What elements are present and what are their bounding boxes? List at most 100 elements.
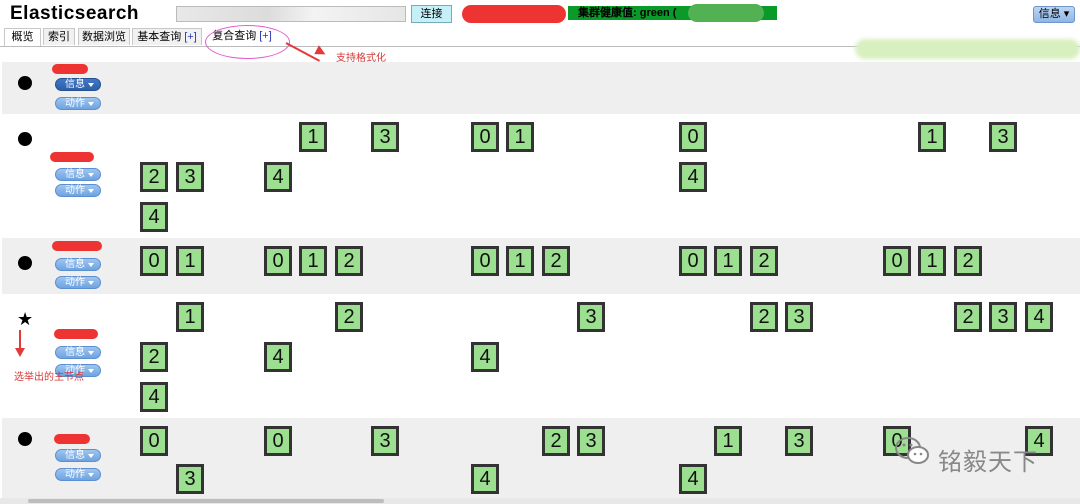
info-dropdown-label: 信息 (1038, 8, 1061, 20)
tab-indices[interactable]: 索引 (43, 28, 75, 45)
node-action-button[interactable]: 动作 (55, 184, 101, 197)
shard-box[interactable]: 0 (883, 246, 911, 276)
tab-label: 索引 (48, 31, 70, 43)
shard-box[interactable]: 4 (1025, 302, 1053, 332)
shard-box[interactable]: 4 (471, 342, 499, 372)
shard-box[interactable]: 2 (140, 162, 168, 192)
redacted-node-name (50, 152, 94, 162)
chevron-down-icon (88, 281, 94, 285)
shard-box[interactable]: 3 (989, 302, 1017, 332)
redacted-node-name (52, 64, 88, 74)
shard-box[interactable]: 3 (371, 122, 399, 152)
shard-box[interactable]: 0 (471, 246, 499, 276)
shard-box[interactable]: 1 (714, 426, 742, 456)
pill-label: 信息 (65, 450, 85, 461)
shard-box[interactable]: 4 (471, 464, 499, 494)
shard-box[interactable]: 3 (785, 302, 813, 332)
tab-browser[interactable]: 数据浏览 (78, 28, 130, 45)
shard-box[interactable]: 1 (299, 122, 327, 152)
tab-overview[interactable]: 概览 (4, 28, 41, 46)
pill-label: 动作 (65, 277, 85, 288)
shard-box[interactable]: 2 (140, 342, 168, 372)
shard-box[interactable]: 3 (785, 426, 813, 456)
pill-label: 动作 (65, 469, 85, 480)
app-title: Elasticsearch (10, 3, 140, 24)
node-info-button[interactable]: 信息 (55, 346, 101, 359)
pill-label: 动作 (65, 185, 85, 196)
shard-box[interactable]: 0 (679, 122, 707, 152)
shard-box[interactable]: 2 (335, 246, 363, 276)
shard-box[interactable]: 2 (750, 246, 778, 276)
redacted-health-detail (688, 4, 764, 22)
shard-box[interactable]: 1 (299, 246, 327, 276)
shard-box[interactable]: 3 (577, 302, 605, 332)
shard-box[interactable]: 4 (679, 464, 707, 494)
pill-label: 信息 (65, 79, 85, 90)
shard-box[interactable]: 4 (140, 382, 168, 412)
pill-label: 动作 (65, 98, 85, 109)
redacted-node-name (52, 241, 102, 251)
node-info-button[interactable]: 信息 (55, 258, 101, 271)
chevron-down-icon (88, 473, 94, 477)
redacted-query-area (855, 39, 1080, 59)
annotation-arrow-head (15, 348, 25, 357)
chevron-down-icon (88, 263, 94, 267)
shard-box[interactable]: 1 (506, 122, 534, 152)
info-dropdown-button[interactable]: 信息 ▾ (1033, 6, 1075, 23)
shard-box[interactable]: 0 (140, 426, 168, 456)
shard-box[interactable]: 2 (542, 246, 570, 276)
shard-box[interactable]: 2 (750, 302, 778, 332)
shard-box[interactable]: 3 (577, 426, 605, 456)
shard-box[interactable]: 1 (176, 246, 204, 276)
chevron-down-icon (88, 102, 94, 106)
tab-basic-query[interactable]: 基本查询 [+] (132, 28, 202, 45)
shard-box[interactable]: 4 (679, 162, 707, 192)
connect-button[interactable]: 连接 (411, 5, 452, 23)
shard-box[interactable]: 0 (140, 246, 168, 276)
shard-box[interactable]: 4 (264, 162, 292, 192)
cluster-url-input[interactable] (176, 6, 406, 22)
shard-box[interactable]: 3 (989, 122, 1017, 152)
shard-box[interactable]: 1 (506, 246, 534, 276)
shard-box[interactable]: 2 (335, 302, 363, 332)
shard-box[interactable]: 1 (918, 122, 946, 152)
node-action-button[interactable]: 动作 (55, 468, 101, 481)
shard-box[interactable]: 3 (176, 162, 204, 192)
node-action-button[interactable]: 动作 (55, 97, 101, 110)
node-dot-icon (18, 256, 32, 270)
shard-box[interactable]: 3 (371, 426, 399, 456)
redacted-node-name (54, 329, 98, 339)
redacted-node-name (54, 434, 90, 444)
shard-box[interactable]: 2 (542, 426, 570, 456)
chevron-down-icon (88, 351, 94, 355)
shard-box[interactable]: 4 (264, 342, 292, 372)
redacted-cluster-name (462, 5, 566, 23)
shard-box[interactable]: 2 (954, 302, 982, 332)
chevron-down-icon (88, 454, 94, 458)
node-info-button[interactable]: 信息 (55, 78, 101, 91)
tab-label: 数据浏览 (82, 31, 126, 43)
shard-box[interactable]: 0 (264, 246, 292, 276)
cluster-health-label: 集群健康值: green ( (578, 7, 677, 19)
shard-box[interactable]: 0 (471, 122, 499, 152)
shard-box[interactable]: 0 (264, 426, 292, 456)
shard-box[interactable]: 1 (176, 302, 204, 332)
chevron-down-icon (88, 369, 94, 373)
wechat-icon (895, 437, 929, 464)
shard-box[interactable]: 0 (679, 246, 707, 276)
chevron-down-icon (88, 189, 94, 193)
node-action-button[interactable]: 动作 (55, 276, 101, 289)
watermark-text: 铭毅天下 (938, 449, 1038, 476)
node-row: 信息 动作 1 3 0 1 0 1 3 2 3 4 4 4 (2, 114, 1080, 238)
node-info-button[interactable]: 信息 (55, 449, 101, 462)
chevron-down-icon: ▾ (1063, 8, 1070, 20)
scrollbar-thumb[interactable] (28, 499, 384, 503)
shard-box[interactable]: 1 (918, 246, 946, 276)
node-dot-icon (18, 432, 32, 446)
tab-label: 基本查询 (137, 31, 182, 43)
shard-box[interactable]: 1 (714, 246, 742, 276)
shard-box[interactable]: 3 (176, 464, 204, 494)
shard-box[interactable]: 4 (140, 202, 168, 232)
node-info-button[interactable]: 信息 (55, 168, 101, 181)
shard-box[interactable]: 2 (954, 246, 982, 276)
